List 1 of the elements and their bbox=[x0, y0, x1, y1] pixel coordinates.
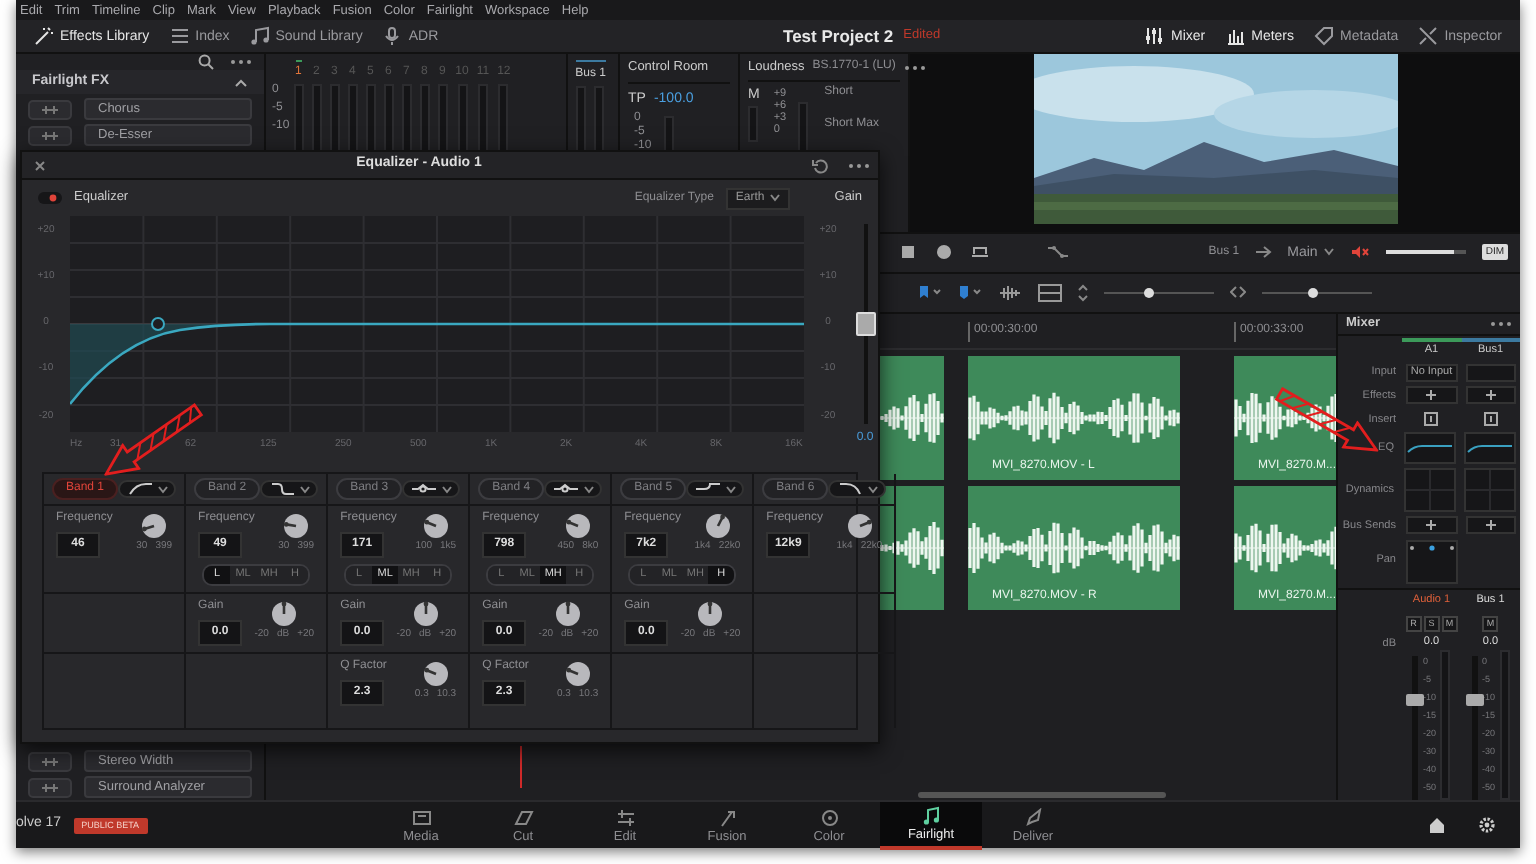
project-title: Test Project 2 bbox=[783, 23, 894, 49]
